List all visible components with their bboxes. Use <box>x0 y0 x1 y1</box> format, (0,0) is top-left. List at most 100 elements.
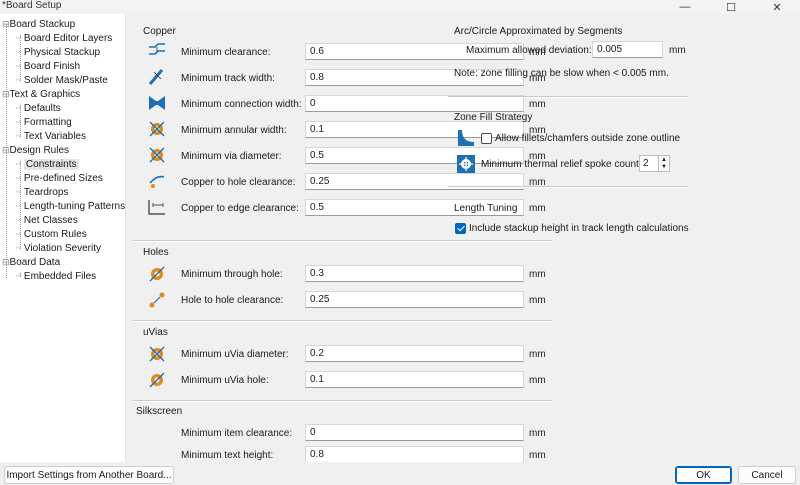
tree-item-formatting[interactable]: ┈ Formatting <box>16 115 72 129</box>
unit-label: mm <box>669 45 686 56</box>
maximize-button[interactable]: ☐ <box>708 0 754 14</box>
min-uvia-diameter-input[interactable]: 0.2 <box>305 345 524 362</box>
zone-fill-note: Note: zone filling can be slow when < 0.… <box>454 68 669 79</box>
tree-item-embedded-files[interactable]: ┈ Embedded Files <box>16 269 96 283</box>
arc-section-title: Arc/Circle Approximated by Segments <box>454 26 623 37</box>
dialog-button-bar: Import Settings from Another Board... OK… <box>0 462 800 485</box>
unit-label: mm <box>529 450 546 461</box>
unit-label: mm <box>529 269 546 280</box>
tree-label: Formatting <box>23 117 72 128</box>
unit-label: mm <box>529 295 546 306</box>
tree-label: Board Editor Layers <box>23 33 113 44</box>
tree-item-board-data[interactable]: ⊟Board Data <box>2 255 60 269</box>
import-settings-button[interactable]: Import Settings from Another Board... <box>4 466 174 484</box>
tree-item-constraints[interactable]: ┈ Constraints <box>16 157 79 171</box>
tree-item-text-graphics[interactable]: ⊟Text & Graphics <box>2 87 80 101</box>
tree-label: Net Classes <box>23 215 78 226</box>
tree-item-teardrops[interactable]: ┈ Teardrops <box>16 185 68 199</box>
divider <box>133 320 552 322</box>
tree-item-design-rules[interactable]: ⊟Design Rules <box>2 143 69 157</box>
spoke-count-value[interactable]: 2 <box>639 155 659 172</box>
tree-label: Physical Stackup <box>23 47 101 58</box>
unit-label: mm <box>529 375 546 386</box>
tree-item-predefined-sizes[interactable]: ┈ Pre-defined Sizes <box>16 171 103 185</box>
via-diameter-icon <box>149 147 165 163</box>
tree-item-net-classes[interactable]: ┈ Net Classes <box>16 213 78 227</box>
annular-width-icon <box>149 121 165 137</box>
tree-item-text-variables[interactable]: ┈ Text Variables <box>16 129 86 143</box>
min-uvia-hole-label: Minimum uVia hole: <box>181 375 269 386</box>
copper-edge-clearance-label: Copper to edge clearance: <box>181 203 299 214</box>
tree-item-board-stackup[interactable]: ⊟Board Stackup <box>2 17 75 31</box>
through-hole-icon <box>149 266 165 282</box>
include-stackup-label: Include stackup height in track length c… <box>469 223 689 234</box>
uvias-section-title: uVias <box>143 327 168 338</box>
tree-item-board-editor-layers[interactable]: ┈ Board Editor Layers <box>16 31 112 45</box>
ok-button[interactable]: OK <box>675 466 732 484</box>
unit-label: mm <box>529 428 546 439</box>
fillet-icon <box>458 130 474 146</box>
min-uvia-diameter-label: Minimum uVia diameter: <box>181 349 289 360</box>
tree-label: Board Finish <box>23 61 81 72</box>
zone-fill-section-title: Zone Fill Strategy <box>454 112 533 123</box>
unit-label: mm <box>529 349 546 360</box>
tree-label: Embedded Files <box>23 271 97 282</box>
min-text-height-label: Minimum text height: <box>181 450 274 461</box>
copper-section-title: Copper <box>143 26 176 37</box>
min-uvia-hole-input[interactable]: 0.1 <box>305 371 524 388</box>
min-through-hole-label: Minimum through hole: <box>181 269 283 280</box>
tree-label: Length-tuning Patterns <box>23 201 126 212</box>
tree-label: Teardrops <box>23 187 69 198</box>
divider <box>448 96 688 98</box>
min-track-width-label: Minimum track width: <box>181 73 275 84</box>
close-button[interactable]: ✕ <box>754 0 800 14</box>
min-via-diameter-label: Minimum via diameter: <box>181 151 282 162</box>
divider <box>448 186 688 188</box>
min-annular-width-label: Minimum annular width: <box>181 125 287 136</box>
thermal-relief-icon <box>457 155 475 173</box>
spoke-count-spinner[interactable]: 2 ▲ ▼ <box>639 155 670 172</box>
hole-to-hole-input[interactable]: 0.25 <box>305 291 524 308</box>
uvia-hole-icon <box>149 372 165 388</box>
hole-to-hole-label: Hole to hole clearance: <box>181 295 284 306</box>
title-bar: *Board Setup — ☐ ✕ <box>0 0 800 14</box>
tree-item-physical-stackup[interactable]: ┈ Physical Stackup <box>16 45 100 59</box>
min-through-hole-input[interactable]: 0.3 <box>305 265 524 282</box>
spin-up-icon[interactable]: ▲ <box>661 157 667 163</box>
constraints-panel: Copper Minimum clearance: 0.6 mm Minimum… <box>126 14 800 463</box>
cancel-button[interactable]: Cancel <box>738 466 796 484</box>
unit-label: mm <box>529 99 546 110</box>
settings-tree: ⊟Board Stackup ┈ Board Editor Layers ┈ P… <box>0 14 126 462</box>
include-stackup-checkbox[interactable] <box>455 223 466 234</box>
panel-scrollbar[interactable] <box>791 14 800 462</box>
allow-fillets-label: Allow fillets/chamfers outside zone outl… <box>495 133 681 144</box>
divider <box>133 400 552 402</box>
spinner-buttons[interactable]: ▲ ▼ <box>659 155 670 172</box>
minimize-button[interactable]: — <box>662 0 708 14</box>
edge-clearance-icon <box>148 200 165 215</box>
max-deviation-label: Maximum allowed deviation: <box>466 45 592 56</box>
window-controls: — ☐ ✕ <box>662 0 800 14</box>
track-width-icon <box>148 69 164 85</box>
max-deviation-input[interactable]: 0.005 <box>592 41 663 58</box>
connection-width-icon <box>149 96 165 110</box>
copper-hole-clearance-label: Copper to hole clearance: <box>181 177 296 188</box>
holes-section-title: Holes <box>143 247 169 258</box>
tree-item-solder-mask[interactable]: ┈ Solder Mask/Paste <box>16 73 108 87</box>
allow-fillets-checkbox[interactable] <box>481 133 492 144</box>
tree-label: Text & Graphics <box>9 89 81 100</box>
unit-label: mm <box>529 203 546 214</box>
spin-down-icon[interactable]: ▼ <box>661 164 667 170</box>
tree-item-board-finish[interactable]: ┈ Board Finish <box>16 59 80 73</box>
tree-item-custom-rules[interactable]: ┈ Custom Rules <box>16 227 87 241</box>
tree-label: Board Stackup <box>9 19 76 30</box>
tree-item-violation-severity[interactable]: ┈ Violation Severity <box>16 241 101 255</box>
min-item-clearance-input[interactable]: 0 <box>305 424 524 441</box>
tree-item-length-tuning-patterns[interactable]: ┈ Length-tuning Patterns <box>16 199 125 213</box>
tree-label: Violation Severity <box>23 243 102 254</box>
tree-label: Text Variables <box>23 131 86 142</box>
min-text-height-input[interactable]: 0.8 <box>305 446 524 463</box>
tree-label: Custom Rules <box>23 229 87 240</box>
tree-item-defaults[interactable]: ┈ Defaults <box>16 101 61 115</box>
tree-label: Constraints <box>23 159 79 170</box>
